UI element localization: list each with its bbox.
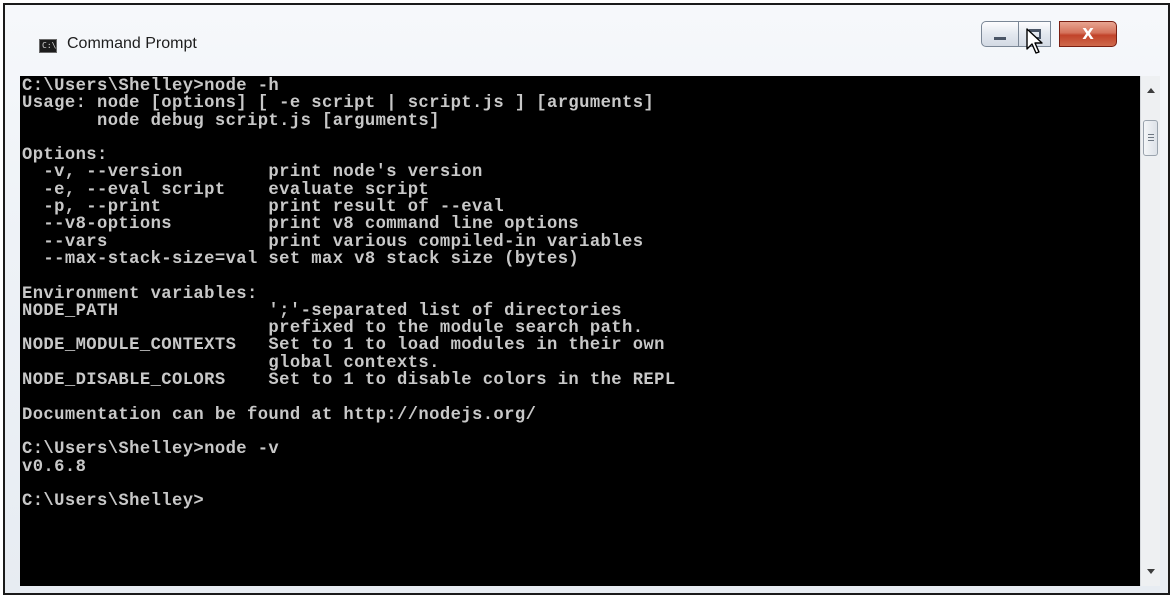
console-line: Usage: node [options] [ -e script | scri… [22,94,655,114]
console-line: NODE_DISABLE_COLORS Set to 1 to disable … [22,371,676,391]
console-line: prefixed to the module search path. [22,319,644,339]
command-prompt-window: C:\ Command Prompt X C:\Users\Shelley>no… [3,3,1170,595]
console-line: C:\Users\Shelley>node -v [22,440,280,460]
grip-line [1148,134,1154,135]
console-line: -v, --version print node's version [22,163,483,183]
console-line: node debug script.js [arguments] [22,111,440,131]
console-line: Documentation can be found at http://nod… [22,405,537,425]
console-line: --max-stack-size=val set max v8 stack si… [22,249,580,269]
minimize-icon [994,36,1006,40]
console-line: Environment variables: [22,284,258,304]
console-line: -p, --print print result of --eval [22,198,505,218]
console-line: -e, --eval script evaluate script [22,180,430,200]
console-line: C:\Users\Shelley>node -h [22,77,280,96]
scroll-down-arrow-icon[interactable] [1147,569,1155,574]
vertical-scrollbar[interactable] [1140,76,1160,586]
close-button[interactable]: X [1059,21,1117,47]
console-line: NODE_PATH ';'-separated list of director… [22,301,622,321]
console-icon[interactable]: C:\ [39,39,57,53]
console-text: C:\Users\Shelley>node -h Usage: node [opt… [20,76,1140,512]
console-line: v0.6.8 [22,457,87,477]
console-line: --v8-options print v8 command line optio… [22,215,580,235]
close-icon: X [1082,24,1094,43]
grip-line [1148,137,1154,138]
console-line: NODE_MODULE_CONTEXTS Set to 1 to load mo… [22,336,665,356]
grip-line [1148,140,1154,141]
mouse-cursor-icon [1026,28,1043,54]
console-line: global contexts. [22,353,440,373]
console-line: C:\Users\Shelley> [22,492,205,512]
caption-buttons: X [981,21,1117,49]
window-title: Command Prompt [67,35,197,52]
scroll-up-arrow-icon[interactable] [1147,88,1155,93]
title-bar[interactable]: C:\ Command Prompt X [5,5,1168,73]
console-output-area[interactable]: C:\Users\Shelley>node -h Usage: node [opt… [20,76,1140,586]
scroll-thumb[interactable] [1143,120,1158,156]
console-line: --vars print various compiled-in variabl… [22,232,644,252]
minimize-button[interactable] [981,21,1019,47]
console-line: Options: [22,146,108,166]
